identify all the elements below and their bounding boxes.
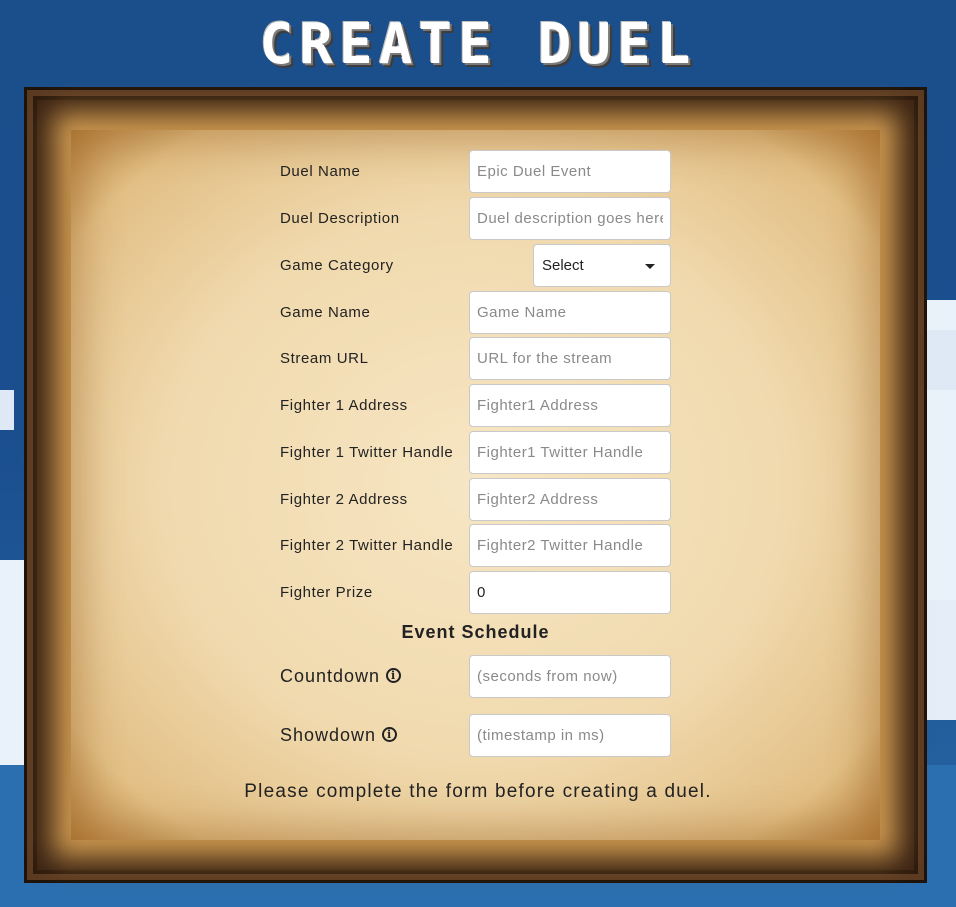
duel-name-row: Duel Name [280, 150, 671, 193]
duel-name-input[interactable] [469, 150, 671, 193]
stream-url-input[interactable] [469, 337, 671, 380]
game-name-row: Game Name [280, 291, 671, 334]
fighter-prize-row: Fighter Prize [280, 571, 671, 614]
fighter2-twitter-label: Fighter 2 Twitter Handle [280, 537, 454, 554]
caret-down-icon [645, 264, 655, 269]
countdown-row: Countdown i [280, 655, 671, 698]
fighter2-twitter-row: Fighter 2 Twitter Handle [280, 524, 671, 567]
duel-description-row: Duel Description [280, 197, 671, 240]
fighter1-address-input[interactable] [469, 384, 671, 427]
duel-name-label: Duel Name [280, 163, 361, 180]
info-circle-icon[interactable]: i [382, 726, 398, 742]
game-name-label: Game Name [280, 304, 371, 321]
info-circle-icon[interactable]: i [386, 667, 402, 683]
fighter-prize-input[interactable] [469, 571, 671, 614]
showdown-label: Showdown [280, 725, 377, 745]
form-status-message: Please complete the form before creating… [244, 781, 712, 802]
fighter1-twitter-row: Fighter 1 Twitter Handle [280, 431, 671, 474]
fighter1-address-row: Fighter 1 Address [280, 384, 671, 427]
page-title: CREATE DUEL [259, 12, 697, 77]
game-category-selected: Select [542, 257, 584, 274]
event-schedule-heading: Event Schedule [401, 622, 550, 642]
showdown-row: Showdown i [280, 714, 671, 757]
stream-url-row: Stream URL [280, 337, 671, 380]
showdown-input[interactable] [469, 714, 671, 757]
duel-description-input[interactable] [469, 197, 671, 240]
fighter1-address-label: Fighter 1 Address [280, 397, 408, 414]
countdown-input[interactable] [469, 655, 671, 698]
game-category-select[interactable]: Select [533, 244, 671, 287]
cloud-decoration [0, 390, 14, 430]
fighter2-address-input[interactable] [469, 478, 671, 521]
fighter2-address-label: Fighter 2 Address [280, 491, 408, 508]
stream-url-label: Stream URL [280, 350, 369, 367]
game-name-input[interactable] [469, 291, 671, 334]
fighter1-twitter-input[interactable] [469, 431, 671, 474]
fighter-prize-label: Fighter Prize [280, 584, 373, 601]
game-category-row: Game Category Select [280, 244, 671, 287]
fighter1-twitter-label: Fighter 1 Twitter Handle [280, 444, 454, 461]
game-category-label: Game Category [280, 257, 394, 274]
countdown-label: Countdown [280, 666, 381, 686]
countdown-label-wrap: Countdown i [280, 655, 402, 698]
fighter2-address-row: Fighter 2 Address [280, 478, 671, 521]
duel-description-label: Duel Description [280, 210, 400, 227]
showdown-label-wrap: Showdown i [280, 714, 398, 757]
fighter2-twitter-input[interactable] [469, 524, 671, 567]
